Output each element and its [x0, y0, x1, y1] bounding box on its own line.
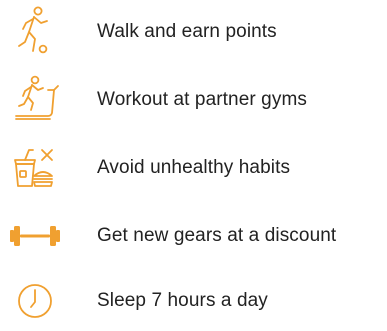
- clock-icon: [4, 271, 66, 331]
- feature-item-habits: Avoid unhealthy habits: [0, 138, 387, 198]
- feature-list: Walk and earn points Workout at partner …: [0, 0, 387, 331]
- feature-item-sleep: Sleep 7 hours a day: [0, 271, 387, 331]
- feature-label: Avoid unhealthy habits: [97, 157, 291, 178]
- feature-item-walk: Walk and earn points: [0, 2, 387, 62]
- feature-label: Get new gears at a discount: [97, 225, 337, 246]
- feature-item-gym: Workout at partner gyms: [0, 70, 387, 130]
- walking-person-icon: [4, 2, 66, 62]
- feature-label: Sleep 7 hours a day: [97, 290, 268, 311]
- feature-item-gears: Get new gears at a discount: [0, 206, 387, 266]
- treadmill-icon: [4, 70, 66, 130]
- feature-label: Walk and earn points: [97, 21, 277, 42]
- junk-food-crossed-icon: [4, 138, 66, 198]
- feature-label: Workout at partner gyms: [97, 89, 307, 110]
- dumbbell-icon: [4, 206, 66, 266]
